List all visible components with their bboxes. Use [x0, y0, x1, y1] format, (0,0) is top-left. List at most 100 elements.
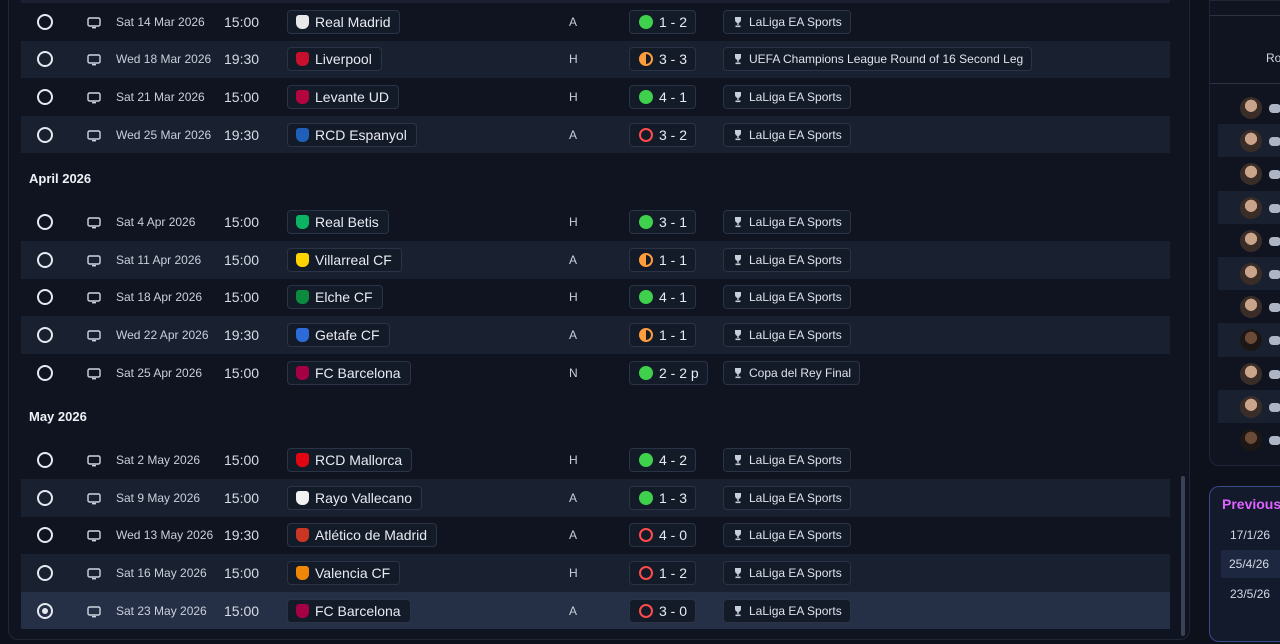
competition-chip[interactable]: LaLiga EA Sports — [723, 122, 851, 147]
opponent-chip[interactable]: Rayo Vallecano — [287, 485, 423, 510]
fixture-radio[interactable] — [37, 602, 53, 619]
player-row[interactable] — [1218, 256, 1280, 291]
player-row[interactable] — [1218, 190, 1280, 224]
competition-chip[interactable]: LaLiga EA Sports — [723, 523, 851, 548]
fixture-row[interactable]: Sat 21 Mar 2026 15:00 Levante UD H 4 - 1 LaLi… — [21, 78, 1170, 116]
fixture-row[interactable]: Sat 23 May 2026 15:00 FC Barcelona A 3 - 0 La… — [21, 591, 1170, 630]
player-row[interactable] — [1218, 224, 1280, 257]
fixture-date: Sat 4 Apr 2026 — [116, 215, 196, 230]
player-list — [1218, 91, 1280, 456]
fixture-row[interactable]: Wed 25 Mar 2026 19:30 RCD Espanyol A 3 - 2 La… — [21, 115, 1170, 154]
fixture-radio[interactable] — [37, 364, 53, 381]
fixture-row[interactable]: Sat 18 Apr 2026 15:00 Elche CF H 4 - 1 LaLiga… — [21, 279, 1170, 317]
previous-meeting-row[interactable]: 25/4/26 — [1221, 550, 1280, 578]
player-row[interactable] — [1218, 323, 1280, 357]
result-chip[interactable]: 4 - 0 — [629, 523, 697, 548]
fixture-radio[interactable] — [37, 564, 53, 581]
fixture-radio[interactable] — [37, 88, 53, 105]
fixture-row[interactable]: Sat 2 May 2026 15:00 RCD Mallorca H 4 - 2 LaL… — [21, 441, 1170, 479]
fixture-radio[interactable] — [37, 452, 53, 469]
player-row[interactable] — [1218, 389, 1280, 423]
result-chip[interactable]: 1 - 1 — [629, 322, 697, 347]
venue-label: A — [569, 490, 578, 505]
fixture-row[interactable]: Sat 4 Apr 2026 15:00 Real Betis H 3 - 1 LaLig… — [21, 203, 1170, 241]
opponent-chip[interactable]: RCD Espanyol — [287, 122, 417, 147]
result-indicator-icon — [639, 603, 653, 618]
player-row[interactable] — [1218, 157, 1280, 190]
fixture-radio[interactable] — [37, 289, 53, 306]
player-row[interactable] — [1218, 91, 1280, 124]
player-avatar — [1240, 329, 1262, 352]
fixture-row[interactable]: Sat 16 May 2026 15:00 Valencia CF H 1 - 2 LaL… — [21, 554, 1170, 592]
opponent-name: Elche CF — [315, 289, 373, 306]
previous-meeting-row[interactable]: 23/5/26 — [1222, 580, 1280, 608]
competition-chip[interactable]: LaLiga EA Sports — [723, 322, 851, 347]
player-row[interactable] — [1218, 423, 1280, 456]
fixture-row[interactable]: Sat 14 Mar 2026 15:00 Real Madrid A 1 - 2 LaL… — [21, 3, 1170, 41]
competition-chip[interactable]: LaLiga EA Sports — [723, 210, 851, 235]
fixture-radio[interactable] — [37, 326, 53, 343]
result-chip[interactable]: 1 - 2 — [629, 560, 697, 585]
fixture-date: Wed 18 Mar 2026 — [116, 52, 212, 67]
competition-chip[interactable]: LaLiga EA Sports — [723, 485, 851, 510]
opponent-chip[interactable]: Atlético de Madrid — [287, 523, 438, 548]
opponent-chip[interactable]: FC Barcelona — [287, 598, 411, 623]
opponent-chip[interactable]: Levante UD — [287, 84, 399, 109]
result-chip[interactable]: 1 - 2 — [629, 9, 697, 34]
result-chip[interactable]: 2 - 2 p — [629, 360, 708, 385]
opponent-name: Rayo Vallecano — [315, 489, 413, 506]
opponent-chip[interactable]: Real Betis — [287, 210, 389, 235]
opponent-chip[interactable]: Real Madrid — [287, 9, 401, 34]
player-row[interactable] — [1218, 290, 1280, 323]
venue-label: A — [569, 327, 578, 342]
result-indicator-icon — [639, 14, 653, 29]
fixture-row[interactable]: Wed 22 Apr 2026 19:30 Getafe CF A 1 - 1 LaLig… — [21, 316, 1170, 354]
result-chip[interactable]: 4 - 1 — [629, 84, 697, 109]
fixture-radio[interactable] — [37, 13, 53, 30]
player-row[interactable] — [1218, 124, 1280, 158]
fixture-radio[interactable] — [37, 489, 53, 506]
fixture-row[interactable]: Sat 9 May 2026 15:00 Rayo Vallecano A 1 - 3 L… — [21, 478, 1170, 517]
competition-chip[interactable]: LaLiga EA Sports — [723, 285, 851, 310]
competition-chip[interactable]: Copa del Rey Final — [723, 360, 861, 385]
result-chip[interactable]: 1 - 3 — [629, 485, 697, 510]
previous-meeting-row[interactable]: 17/1/26 — [1222, 521, 1280, 549]
score: 3 - 3 — [659, 51, 688, 68]
result-chip[interactable]: 4 - 1 — [629, 285, 697, 310]
result-chip[interactable]: 3 - 0 — [629, 598, 697, 623]
fixture-radio[interactable] — [37, 51, 53, 68]
result-chip[interactable]: 3 - 3 — [629, 47, 697, 72]
result-chip[interactable]: 1 - 1 — [629, 247, 697, 272]
fixture-row[interactable]: Sat 25 Apr 2026 15:00 FC Barcelona N 2 - 2 p… — [21, 354, 1170, 392]
opponent-chip[interactable]: Valencia CF — [287, 560, 401, 585]
squad-header-divider — [1210, 83, 1280, 84]
result-chip[interactable]: 3 - 1 — [629, 210, 697, 235]
competition-chip[interactable]: LaLiga EA Sports — [723, 448, 851, 473]
opponent-chip[interactable]: FC Barcelona — [287, 360, 411, 385]
opponent-chip[interactable]: Liverpool — [287, 47, 382, 72]
competition-chip[interactable]: LaLiga EA Sports — [723, 84, 851, 109]
competition-chip[interactable]: LaLiga EA Sports — [723, 247, 851, 272]
opponent-chip[interactable]: Getafe CF — [287, 322, 390, 347]
competition-name: UEFA Champions League Round of 16 Second… — [749, 52, 1024, 67]
competition-chip[interactable]: LaLiga EA Sports — [723, 9, 851, 34]
opponent-chip[interactable]: RCD Mallorca — [287, 448, 413, 473]
competition-chip[interactable]: LaLiga EA Sports — [723, 598, 851, 623]
fixture-radio[interactable] — [37, 527, 53, 544]
fixture-row[interactable]: Wed 13 May 2026 19:30 Atlético de Madrid A 4… — [21, 517, 1170, 555]
score: 1 - 2 — [659, 564, 688, 581]
fixture-row[interactable]: Sat 11 Apr 2026 15:00 Villarreal CF A 1 - 1 L… — [21, 240, 1170, 279]
result-chip[interactable]: 4 - 2 — [629, 448, 697, 473]
opponent-name: RCD Espanyol — [315, 126, 407, 143]
opponent-chip[interactable]: Villarreal CF — [287, 247, 402, 272]
fixture-radio[interactable] — [37, 214, 53, 231]
fixture-radio[interactable] — [37, 251, 53, 268]
result-chip[interactable]: 3 - 2 — [629, 122, 697, 147]
competition-chip[interactable]: LaLiga EA Sports — [723, 560, 851, 585]
scrollbar-thumb[interactable] — [1181, 476, 1185, 636]
player-row[interactable] — [1218, 357, 1280, 390]
fixture-row[interactable]: Wed 18 Mar 2026 19:30 Liverpool H 3 - 3 UEFA … — [21, 40, 1170, 79]
competition-chip[interactable]: UEFA Champions League Round of 16 Second… — [723, 47, 1033, 72]
opponent-chip[interactable]: Elche CF — [287, 285, 383, 310]
fixture-radio[interactable] — [37, 126, 53, 143]
